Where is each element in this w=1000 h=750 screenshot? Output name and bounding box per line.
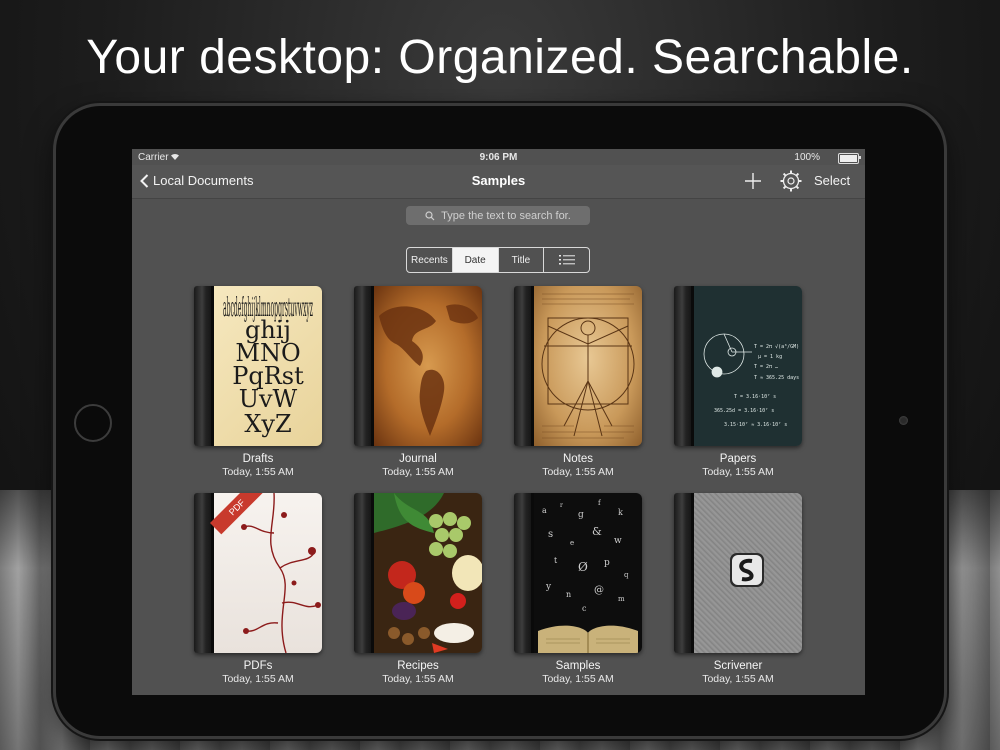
book-cover: [354, 286, 482, 446]
book-journal[interactable]: [354, 286, 482, 446]
svg-text:t: t: [554, 556, 558, 565]
svg-text:y: y: [545, 582, 552, 592]
book-cover: PDF: [194, 493, 322, 653]
svg-text:f: f: [598, 499, 602, 507]
book-date: Today, 1:55 AM: [222, 466, 294, 478]
world-map-art: [379, 304, 478, 436]
book-date: Today, 1:55 AM: [382, 673, 454, 685]
svg-text:e: e: [570, 539, 574, 547]
book-label-papers: Papers Today, 1:55 AM: [653, 453, 823, 479]
flying-letters-cover: a r g f k s e & w t Øp q y n @ m c: [534, 493, 642, 653]
svg-text:r: r: [560, 502, 563, 509]
book-papers[interactable]: T = 2π √(a³/GM) μ = 1 kg T = 2π … T ≈ 36…: [674, 286, 802, 446]
flying-letters-art: a r g f k s e & w t Øp q y n @ m c: [538, 499, 638, 653]
svg-text:s: s: [548, 529, 553, 540]
book-label-drafts: Drafts Today, 1:55 AM: [173, 453, 343, 479]
book-date: Today, 1:55 AM: [542, 466, 614, 478]
book-cover: [514, 286, 642, 446]
book-notes[interactable]: [514, 286, 642, 446]
ipad-device: Carrier 9:06 PM 100% Local Documents Sam…: [56, 106, 944, 736]
svg-text:@: @: [594, 585, 604, 596]
marketing-headline: Your desktop: Organized. Searchable.: [86, 31, 914, 84]
book-title: PDFs: [243, 660, 273, 672]
svg-text:UvW: UvW: [239, 385, 298, 413]
svg-text:q: q: [624, 571, 629, 579]
book-recipes[interactable]: [354, 493, 482, 653]
book-cover: T = 2π √(a³/GM) μ = 1 kg T = 2π … T ≈ 36…: [674, 286, 802, 446]
book-pdfs[interactable]: PDF: [194, 493, 322, 653]
svg-text:p: p: [604, 558, 610, 568]
book-title: Drafts: [242, 453, 274, 465]
camera-icon: [899, 416, 908, 425]
svg-text:T = 2π …: T = 2π …: [754, 364, 778, 370]
book-title: Recipes: [397, 660, 439, 672]
svg-text:XyZ: XyZ: [244, 410, 291, 438]
book-samples[interactable]: a r g f k s e & w t Øp q y n @ m c: [514, 493, 642, 653]
book-title: Papers: [719, 453, 757, 465]
svg-text:k: k: [618, 508, 623, 517]
svg-text:m: m: [618, 595, 625, 603]
book-date: Today, 1:55 AM: [702, 673, 774, 685]
vitruvian-cover: [534, 286, 642, 446]
svg-text:Ø: Ø: [578, 560, 588, 574]
book-label-notes: Notes Today, 1:55 AM: [493, 453, 663, 479]
book-cover: abcdefghijklmnopqrstuvwxyz ghij MNO PqRs…: [194, 286, 322, 446]
book-title: Scrivener: [713, 660, 763, 672]
home-button[interactable]: [74, 404, 112, 442]
fruits-art: [374, 493, 482, 653]
book-date: Today, 1:55 AM: [702, 466, 774, 478]
book-cover: [354, 493, 482, 653]
book-drafts[interactable]: abcdefghijklmnopqrstuvwxyz ghij MNO PqRs…: [194, 286, 322, 446]
gray-cloth-cover: [694, 493, 802, 653]
svg-text:g: g: [578, 510, 584, 520]
svg-text:w: w: [614, 536, 622, 546]
svg-text:T ≈ 365.25 days: T ≈ 365.25 days: [754, 375, 799, 381]
svg-text:c: c: [582, 604, 587, 613]
svg-text:T = 3.16·10⁷ s: T = 3.16·10⁷ s: [734, 394, 776, 400]
book-date: Today, 1:55 AM: [382, 466, 454, 478]
svg-text:T = 2π √(a³/GM): T = 2π √(a³/GM): [754, 344, 799, 350]
typography-cover: abcdefghijklmnopqrstuvwxyz ghij MNO PqRs…: [214, 286, 322, 446]
book-date: Today, 1:55 AM: [542, 673, 614, 685]
scrivener-logo-art: [730, 553, 764, 587]
svg-text:μ = 1 kg: μ = 1 kg: [758, 354, 782, 360]
book-label-samples: Samples Today, 1:55 AM: [493, 660, 663, 686]
svg-text:a: a: [542, 506, 547, 515]
book-label-scrivener: Scrivener Today, 1:55 AM: [653, 660, 823, 686]
book-cover: a r g f k s e & w t Øp q y n @ m c: [514, 493, 642, 653]
typography-art: abcdefghijklmnopqrstuvwxyz ghij MNO PqRs…: [223, 293, 313, 438]
chalkboard-art: T = 2π √(a³/GM) μ = 1 kg T = 2π … T ≈ 36…: [703, 333, 799, 428]
book-label-recipes: Recipes Today, 1:55 AM: [333, 660, 503, 686]
vitruvian-art: [541, 293, 635, 439]
book-title: Journal: [399, 453, 437, 465]
svg-text:365.25d = 3.16·10⁷ s: 365.25d = 3.16·10⁷ s: [714, 408, 774, 414]
app-screen: Carrier 9:06 PM 100% Local Documents Sam…: [132, 149, 865, 695]
book-title: Notes: [562, 453, 594, 465]
book-date: Today, 1:55 AM: [222, 673, 294, 685]
world-map-cover: [374, 286, 482, 446]
book-title: Samples: [555, 660, 601, 672]
svg-text:&: &: [592, 525, 602, 538]
svg-text:n: n: [566, 590, 571, 599]
book-label-journal: Journal Today, 1:55 AM: [333, 453, 503, 479]
fruits-cover: [374, 493, 482, 653]
document-grid: abcdefghijklmnopqrstuvwxyz ghij MNO PqRs…: [132, 149, 865, 695]
book-cover: [674, 493, 802, 653]
book-label-pdfs: PDFs Today, 1:55 AM: [173, 660, 343, 686]
svg-text:3.15·10⁷ ≈ 3.16·10⁷ s: 3.15·10⁷ ≈ 3.16·10⁷ s: [724, 422, 787, 428]
chalkboard-cover: T = 2π √(a³/GM) μ = 1 kg T = 2π … T ≈ 36…: [694, 286, 802, 446]
book-scrivener[interactable]: [674, 493, 802, 653]
